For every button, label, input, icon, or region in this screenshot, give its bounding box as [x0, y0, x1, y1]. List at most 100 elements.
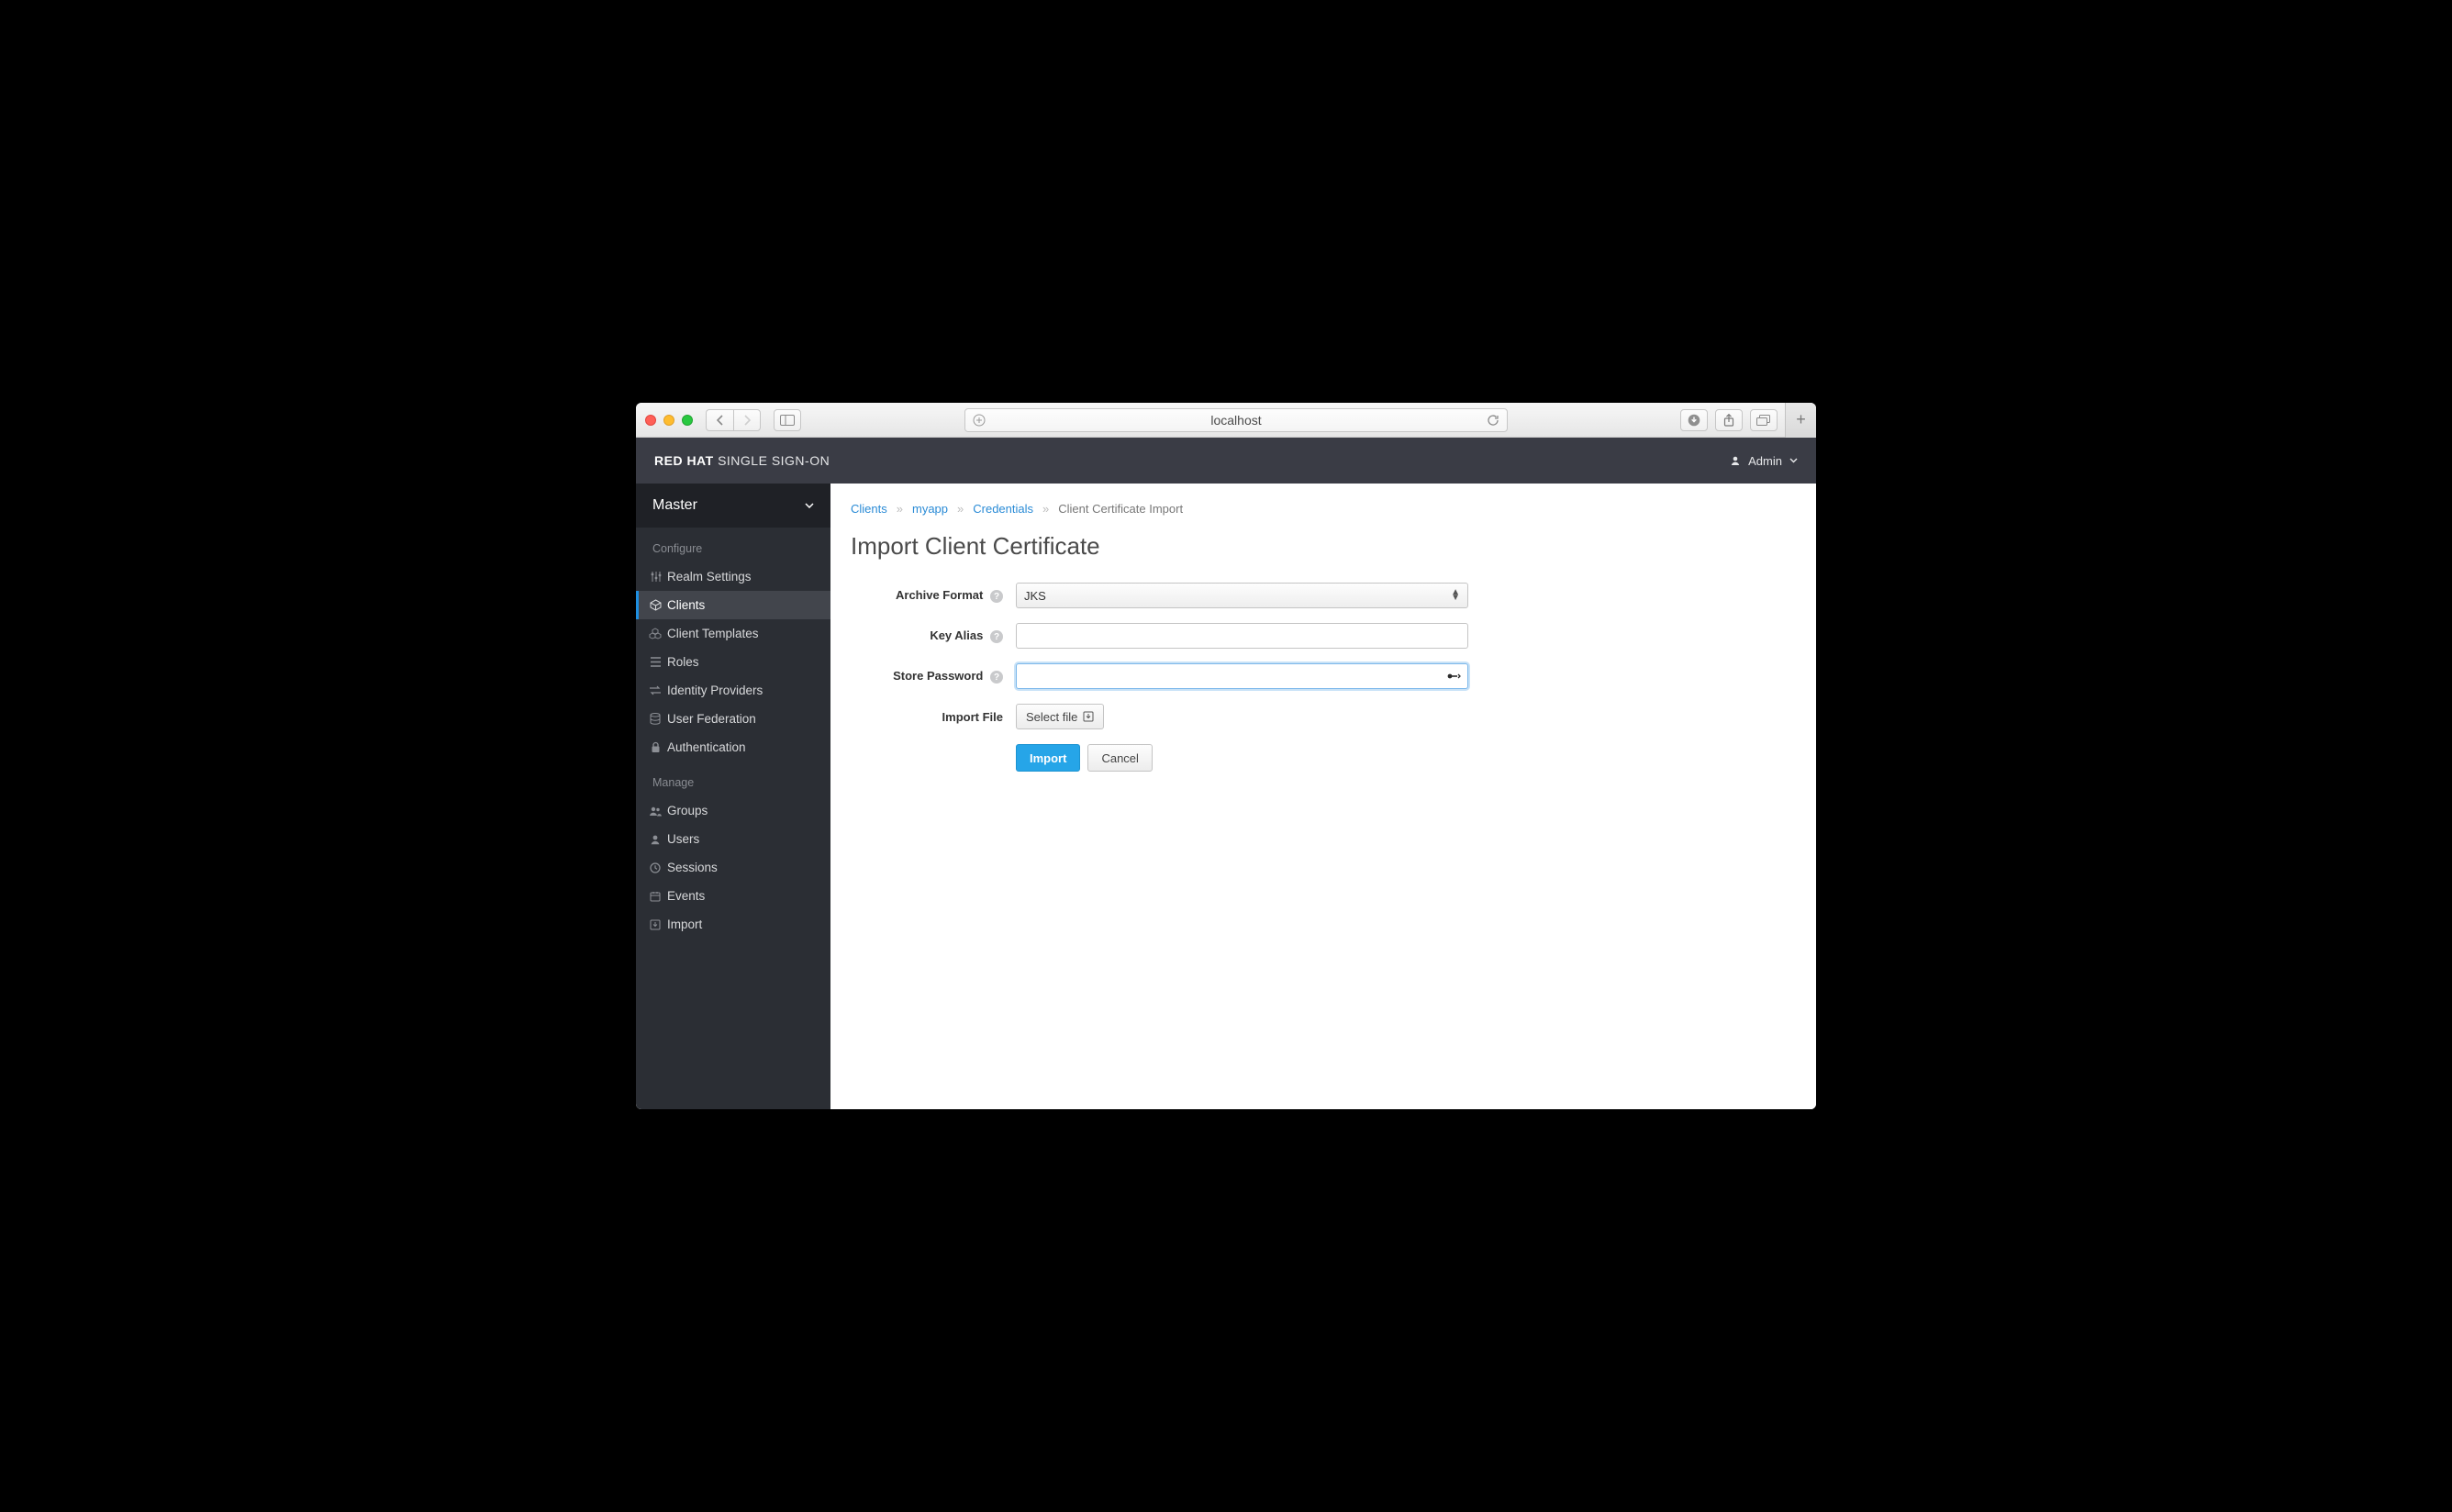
help-icon[interactable]: ? — [990, 630, 1003, 643]
sidebar-item-label: Groups — [667, 804, 708, 817]
sidebar-item-clients[interactable]: Clients — [636, 591, 830, 619]
crumb-client-name[interactable]: myapp — [912, 502, 948, 516]
sliders-icon — [649, 571, 662, 583]
select-file-label: Select file — [1026, 710, 1077, 724]
titlebar-right-buttons — [1680, 409, 1778, 431]
address-bar[interactable]: localhost — [964, 408, 1508, 432]
cancel-button[interactable]: Cancel — [1087, 744, 1152, 772]
cube-icon — [649, 599, 662, 611]
password-key-icon[interactable] — [1446, 671, 1461, 682]
crumb-current: Client Certificate Import — [1058, 502, 1183, 516]
row-store-password: Store Password ? — [851, 663, 1796, 689]
chevron-down-icon — [805, 503, 814, 508]
sidebar-item-groups[interactable]: Groups — [636, 796, 830, 825]
crumb-sep: » — [897, 502, 903, 516]
label-key-alias: Key Alias ? — [851, 628, 1016, 644]
nav-back-button[interactable] — [706, 409, 733, 431]
database-icon — [649, 713, 662, 725]
key-alias-input[interactable] — [1016, 623, 1468, 649]
sidebar-item-label: User Federation — [667, 712, 756, 726]
app-topbar: RED HAT SINGLE SIGN-ON Admin — [636, 438, 1816, 484]
realm-selector[interactable]: Master — [636, 484, 830, 528]
sidebar-item-import[interactable]: Import — [636, 910, 830, 939]
list-icon — [649, 657, 662, 667]
calendar-icon — [649, 891, 662, 902]
minimize-window-icon[interactable] — [663, 415, 674, 426]
sidebar-item-label: Events — [667, 889, 705, 903]
archive-format-select[interactable]: JKS ▲▼ — [1016, 583, 1468, 608]
realm-name: Master — [652, 497, 697, 514]
share-button[interactable] — [1715, 409, 1743, 431]
main-content: Clients » myapp » Credentials » Client C… — [830, 484, 1816, 1109]
sidebar-item-label: Authentication — [667, 740, 746, 754]
sidebar-item-client-templates[interactable]: Client Templates — [636, 619, 830, 648]
browser-titlebar: localhost + — [636, 403, 1816, 438]
app-frame: RED HAT SINGLE SIGN-ON Admin Master Conf… — [636, 438, 1816, 1109]
row-key-alias: Key Alias ? — [851, 623, 1796, 649]
import-icon — [1083, 711, 1094, 722]
sidebar-item-label: Import — [667, 917, 702, 931]
label-import-file: Import File — [851, 710, 1016, 724]
clock-icon — [649, 862, 662, 873]
sidebar-item-identity-providers[interactable]: Identity Providers — [636, 676, 830, 705]
brand-light: SINGLE SIGN-ON — [718, 453, 830, 468]
select-file-button[interactable]: Select file — [1016, 704, 1104, 729]
lock-icon — [649, 741, 662, 753]
reader-plus-icon[interactable] — [973, 414, 986, 427]
row-import-file: Import File Select file — [851, 704, 1796, 729]
nav-back-forward — [706, 409, 761, 431]
close-window-icon[interactable] — [645, 415, 656, 426]
downloads-button[interactable] — [1680, 409, 1708, 431]
browser-window: localhost + RED HAT SINGLE SIGN-ON — [636, 403, 1816, 1109]
sidebar-item-label: Identity Providers — [667, 684, 763, 697]
sidebar-item-events[interactable]: Events — [636, 882, 830, 910]
label-store-password: Store Password ? — [851, 669, 1016, 684]
sidebar-item-label: Realm Settings — [667, 570, 752, 584]
help-icon[interactable]: ? — [990, 671, 1003, 684]
sidebar-item-users[interactable]: Users — [636, 825, 830, 853]
sidebar-item-realm-settings[interactable]: Realm Settings — [636, 562, 830, 591]
url-host: localhost — [1210, 413, 1261, 428]
user-name: Admin — [1748, 454, 1782, 468]
import-button[interactable]: Import — [1016, 744, 1080, 772]
crumb-clients[interactable]: Clients — [851, 502, 887, 516]
crumb-sep: » — [957, 502, 964, 516]
user-icon — [1730, 455, 1741, 466]
help-icon[interactable]: ? — [990, 590, 1003, 603]
sidebar-item-sessions[interactable]: Sessions — [636, 853, 830, 882]
window-controls — [645, 415, 693, 426]
crumb-sep: » — [1042, 502, 1049, 516]
sidebar-item-label: Clients — [667, 598, 705, 612]
users-icon — [649, 806, 662, 817]
cubes-icon — [649, 628, 662, 639]
sidebar-section-manage: Manage — [636, 762, 830, 796]
sidebar: Master Configure Realm Settings Clients … — [636, 484, 830, 1109]
user-menu[interactable]: Admin — [1730, 454, 1798, 468]
sidebar-item-roles[interactable]: Roles — [636, 648, 830, 676]
app-brand: RED HAT SINGLE SIGN-ON — [654, 453, 830, 468]
page-title: Import Client Certificate — [851, 532, 1796, 561]
label-archive-format: Archive Format ? — [851, 588, 1016, 604]
sidebar-item-label: Users — [667, 832, 699, 846]
archive-format-value: JKS — [1024, 589, 1046, 603]
crumb-credentials[interactable]: Credentials — [973, 502, 1033, 516]
sidebar-item-user-federation[interactable]: User Federation — [636, 705, 830, 733]
sidebar-section-configure: Configure — [636, 528, 830, 562]
zoom-window-icon[interactable] — [682, 415, 693, 426]
sidebar-item-label: Client Templates — [667, 627, 759, 640]
new-tab-button[interactable]: + — [1785, 403, 1816, 438]
sidebar-toggle-button[interactable] — [774, 409, 801, 431]
app-body: Master Configure Realm Settings Clients … — [636, 484, 1816, 1109]
nav-forward-button[interactable] — [733, 409, 761, 431]
brand-bold: RED HAT — [654, 453, 714, 468]
select-chevron-icon: ▲▼ — [1451, 590, 1460, 601]
store-password-input[interactable] — [1016, 663, 1468, 689]
chevron-down-icon — [1789, 458, 1798, 463]
sidebar-item-authentication[interactable]: Authentication — [636, 733, 830, 762]
reload-icon[interactable] — [1487, 414, 1499, 427]
tabs-button[interactable] — [1750, 409, 1778, 431]
sidebar-item-label: Roles — [667, 655, 699, 669]
user-icon — [649, 834, 662, 845]
sidebar-item-label: Sessions — [667, 861, 718, 874]
exchange-icon — [649, 685, 662, 695]
